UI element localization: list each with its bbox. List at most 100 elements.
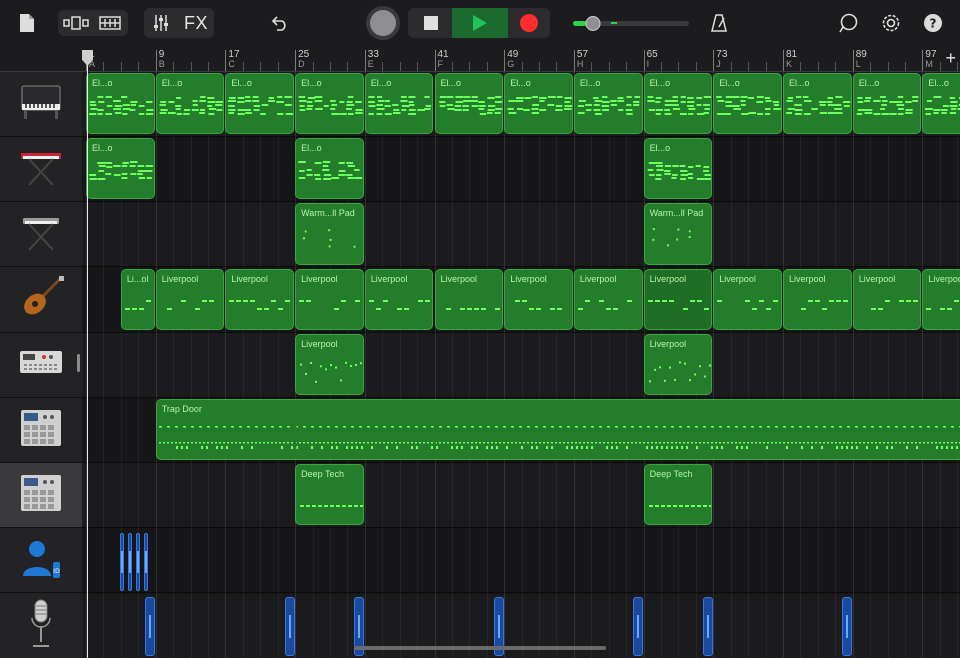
mixer-icon[interactable] (148, 10, 174, 36)
midi-note (228, 105, 236, 107)
ruler-minor-tick (695, 62, 697, 71)
ruler-minor-tick (138, 62, 140, 71)
midi-region[interactable]: El...o (155, 73, 225, 135)
audio-region[interactable] (145, 596, 156, 656)
midi-note (113, 174, 121, 177)
midi-note (610, 446, 613, 449)
audio-region[interactable] (136, 533, 140, 591)
midi-region[interactable]: Liverpool (573, 268, 643, 330)
midi-note (686, 105, 694, 107)
midi-note (215, 101, 224, 103)
midi-note (878, 442, 881, 444)
ruler-minor-tick (207, 62, 209, 71)
audio-region[interactable] (144, 533, 148, 591)
add-section-button[interactable]: + (945, 48, 956, 68)
track-header-beat-sequencer-1[interactable] (0, 398, 82, 463)
midi-region[interactable]: Liverpool (643, 333, 713, 395)
midi-note (202, 442, 205, 444)
midi-region[interactable]: El...o (86, 73, 155, 135)
my-songs-icon[interactable] (14, 10, 40, 36)
audio-region[interactable] (128, 533, 132, 591)
midi-region[interactable]: Warm...ll Pad (643, 203, 713, 265)
midi-region[interactable]: Liverpool (713, 268, 782, 330)
midi-note (331, 113, 340, 115)
help-icon[interactable]: ? (920, 10, 946, 36)
midi-region[interactable]: El...o (504, 73, 573, 135)
midi-note (266, 442, 269, 444)
audio-region[interactable] (633, 596, 644, 656)
track-header-pad-keys[interactable] (0, 202, 82, 268)
midi-region[interactable]: Liverpool (852, 268, 922, 330)
tracks-area[interactable]: El...o El...o El...o El...o El...o El...o El..… (82, 72, 960, 658)
midi-region[interactable]: Deep Tech (295, 464, 364, 526)
stop-icon[interactable] (412, 8, 450, 38)
header-resize-handle[interactable] (77, 354, 80, 372)
grid-line (765, 72, 767, 658)
midi-region[interactable]: El...o (783, 73, 852, 135)
midi-region[interactable]: Trap Door (155, 399, 960, 461)
midi-note (625, 109, 633, 111)
midi-region[interactable]: El...o (713, 73, 782, 135)
midi-region[interactable]: Liverpool (434, 268, 504, 330)
midi-region[interactable]: El...o (364, 73, 434, 135)
fx-button[interactable]: FX (180, 10, 212, 36)
region-notes (717, 299, 779, 310)
loop-browser-icon[interactable] (836, 10, 862, 36)
midi-region[interactable]: Deep Tech (643, 464, 713, 526)
midi-note (122, 108, 131, 110)
audio-region[interactable] (284, 596, 295, 656)
midi-region[interactable]: Liverpool (504, 268, 573, 330)
midi-region[interactable]: El...o (922, 73, 960, 135)
track-header-bass[interactable] (0, 268, 82, 333)
ruler-minor-tick (870, 62, 872, 71)
grid-line (626, 72, 628, 658)
track-header-beat-sequencer-2[interactable] (0, 463, 82, 529)
record-enable-icon[interactable] (364, 4, 402, 42)
midi-note (384, 100, 390, 102)
midi-region[interactable]: Warm...ll Pad (295, 203, 364, 265)
audio-region[interactable] (702, 596, 713, 656)
midi-region[interactable]: Liverpool (643, 268, 713, 330)
record-icon[interactable] (510, 8, 548, 38)
track-header-microphone[interactable] (0, 594, 82, 658)
metronome-icon[interactable] (706, 10, 732, 36)
audio-region[interactable] (842, 596, 853, 656)
region-name: El...o (92, 78, 113, 88)
midi-region[interactable]: Liverpool (783, 268, 852, 330)
tracks-view-icon[interactable] (94, 10, 126, 36)
midi-region[interactable]: Li...ol (120, 268, 155, 330)
browser-view-icon[interactable] (60, 10, 92, 36)
midi-region[interactable]: Liverpool (922, 268, 960, 330)
midi-region[interactable]: Liverpool (225, 268, 295, 330)
midi-region[interactable]: El...o (852, 73, 922, 135)
midi-region[interactable]: El...o (86, 138, 155, 200)
settings-icon[interactable] (878, 10, 904, 36)
audio-region[interactable] (120, 533, 124, 591)
midi-region[interactable]: El...o (295, 73, 364, 135)
midi-region[interactable]: Liverpool (155, 268, 225, 330)
midi-region[interactable]: El...o (643, 73, 713, 135)
midi-region[interactable]: El...o (295, 138, 364, 200)
midi-region[interactable]: Liverpool (364, 268, 434, 330)
midi-note (466, 442, 469, 444)
track-header-piano[interactable] (0, 72, 82, 137)
track-header-synth-keys[interactable] (0, 137, 82, 203)
undo-icon[interactable] (266, 10, 294, 36)
midi-region[interactable]: El...o (643, 138, 713, 200)
midi-region[interactable]: El...o (434, 73, 504, 135)
midi-note (330, 505, 335, 508)
midi-note (114, 105, 123, 107)
master-volume-icon[interactable] (572, 10, 690, 36)
track-header-drum-machine[interactable] (0, 333, 82, 398)
midi-region[interactable]: El...o (225, 73, 295, 135)
track-header-vocal[interactable]: ID (0, 528, 82, 594)
midi-note (864, 109, 873, 111)
timeline-ruler[interactable]: 1A9B17C25D33E41F49G57H65I73J81K89L97M + (82, 46, 960, 72)
midi-region[interactable]: El...o (573, 73, 643, 135)
region-notes (229, 299, 291, 310)
midi-note (898, 299, 904, 302)
midi-note (415, 446, 418, 449)
midi-region[interactable]: Liverpool (295, 333, 364, 395)
midi-region[interactable]: Liverpool (295, 268, 364, 330)
play-icon[interactable] (452, 8, 508, 38)
